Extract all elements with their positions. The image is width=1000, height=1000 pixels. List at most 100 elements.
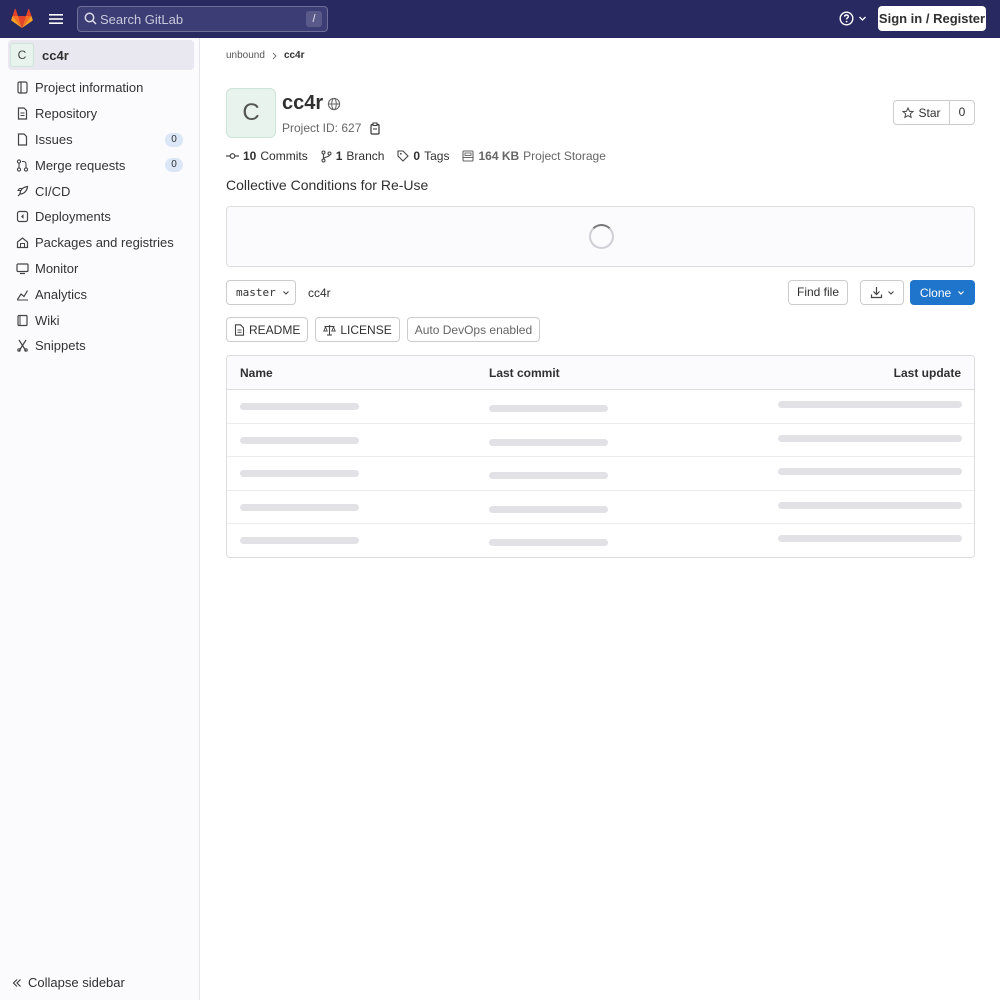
sidebar-item-label: Snippets bbox=[35, 338, 86, 354]
sidebar-item-packages-and-registries[interactable]: Packages and registries bbox=[0, 230, 200, 256]
gitlab-logo-icon[interactable] bbox=[11, 8, 33, 29]
breadcrumb: unbound cc4r bbox=[226, 50, 305, 61]
star-button[interactable]: Star bbox=[894, 101, 950, 124]
clone-label: Clone bbox=[919, 285, 952, 300]
breadcrumb-current-link[interactable]: cc4r bbox=[284, 50, 305, 61]
skeleton-bar bbox=[240, 470, 359, 478]
skeleton-bar bbox=[489, 505, 608, 513]
skeleton-bar bbox=[489, 405, 608, 412]
auto-devops-button[interactable]: Auto DevOps enabled bbox=[406, 317, 541, 342]
storage-icon bbox=[462, 150, 475, 162]
skeleton-bar bbox=[240, 403, 359, 410]
sidebar-item-label: Project information bbox=[35, 80, 144, 96]
file-table: Name Last commit Last update bbox=[226, 355, 975, 558]
star-label: Star bbox=[918, 105, 941, 120]
tag-icon bbox=[397, 150, 410, 162]
collapse-sidebar-button[interactable]: Collapse sidebar bbox=[12, 975, 125, 990]
snippet-icon bbox=[17, 340, 28, 353]
branch-stat[interactable]: 1 Branch bbox=[321, 149, 384, 163]
repo-shortcuts: README LICENSE Auto DevOps enabled bbox=[226, 317, 541, 342]
table-row-skeleton bbox=[227, 390, 974, 424]
sidebar-item-label: Deployments bbox=[35, 209, 111, 225]
doc-icon bbox=[234, 323, 245, 336]
chevron-double-left-icon bbox=[12, 978, 21, 987]
help-icon bbox=[839, 11, 854, 26]
issues-icon bbox=[17, 133, 28, 146]
copy-icon[interactable] bbox=[369, 122, 381, 135]
skeleton-bar bbox=[489, 438, 608, 446]
package-icon bbox=[16, 237, 29, 249]
top-bar: Search GitLab / Sign in / Register bbox=[0, 0, 1000, 38]
skeleton-bar bbox=[778, 401, 962, 408]
download-button[interactable] bbox=[860, 280, 904, 305]
skeleton-bar bbox=[489, 539, 608, 547]
sidebar-item-issues[interactable]: Issues 0 bbox=[0, 127, 200, 153]
project-avatar: C bbox=[10, 43, 34, 67]
sidebar-project-name: cc4r bbox=[42, 47, 69, 63]
tags-count: 0 bbox=[413, 149, 421, 163]
help-menu[interactable] bbox=[839, 11, 867, 26]
sidebar-item-repository[interactable]: Repository bbox=[0, 101, 200, 127]
commits-count: 10 bbox=[243, 149, 257, 163]
merge-requests-count-badge: 0 bbox=[165, 158, 183, 173]
sidebar-item-label: Analytics bbox=[35, 286, 88, 302]
license-label: LICENSE bbox=[340, 322, 392, 337]
sidebar-item-merge-requests[interactable]: Merge requests 0 bbox=[0, 152, 200, 178]
sign-in-button[interactable]: Sign in / Register bbox=[878, 6, 986, 31]
info-icon bbox=[17, 81, 28, 94]
skeleton-bar bbox=[489, 472, 608, 480]
search-input[interactable]: Search GitLab / bbox=[77, 6, 328, 32]
readme-button[interactable]: README bbox=[226, 317, 309, 342]
sidebar-item-wiki[interactable]: Wiki bbox=[0, 307, 200, 333]
sidebar-item-monitor[interactable]: Monitor bbox=[0, 256, 200, 282]
chevron-down-icon bbox=[282, 290, 289, 295]
hamburger-menu-icon[interactable] bbox=[48, 11, 64, 27]
globe-icon bbox=[328, 97, 341, 110]
storage-label: Project Storage bbox=[523, 149, 606, 163]
find-file-button[interactable]: Find file bbox=[788, 280, 848, 305]
branch-name: master bbox=[236, 286, 276, 299]
clone-button[interactable]: Clone bbox=[910, 280, 975, 305]
sidebar-item-analytics[interactable]: Analytics bbox=[0, 281, 200, 307]
skeleton-bar bbox=[240, 537, 359, 545]
star-count[interactable]: 0 bbox=[950, 101, 974, 124]
project-avatar-large: C bbox=[226, 88, 276, 138]
tags-stat[interactable]: 0 Tags bbox=[397, 149, 449, 163]
sidebar-item-ci-cd[interactable]: CI/CD bbox=[0, 178, 200, 204]
deployments-icon bbox=[16, 211, 29, 223]
star-button-group: Star 0 bbox=[893, 100, 975, 125]
project-stats: 10 Commits 1 Branch 0 Tags 164 KB Projec… bbox=[226, 149, 606, 163]
sidebar: C cc4r Project information Repository Is… bbox=[0, 38, 200, 1000]
sidebar-item-project-information[interactable]: Project information bbox=[0, 75, 200, 101]
commits-stat[interactable]: 10 Commits bbox=[226, 149, 308, 163]
branch-selector[interactable]: master bbox=[226, 280, 296, 305]
repo-path[interactable]: cc4r bbox=[308, 286, 331, 300]
storage-size: 164 KB bbox=[478, 149, 520, 163]
chart-icon bbox=[16, 289, 29, 301]
project-id-text: Project ID: 627 bbox=[282, 121, 362, 135]
branch-icon bbox=[321, 149, 332, 163]
col-header-name: Name bbox=[240, 366, 273, 380]
search-placeholder: Search GitLab bbox=[100, 12, 184, 27]
sidebar-item-deployments[interactable]: Deployments bbox=[0, 204, 200, 230]
skeleton-bar bbox=[778, 535, 962, 543]
sidebar-item-label: Merge requests bbox=[35, 157, 126, 173]
col-header-last-update: Last update bbox=[893, 366, 961, 380]
chevron-right-icon bbox=[272, 52, 277, 59]
collapse-sidebar-label: Collapse sidebar bbox=[28, 975, 125, 990]
merge-request-icon bbox=[16, 159, 29, 172]
scale-icon bbox=[323, 324, 337, 336]
search-icon bbox=[84, 12, 97, 25]
breadcrumb-parent-link[interactable]: unbound bbox=[226, 50, 265, 61]
sidebar-nav: Project information Repository Issues 0 … bbox=[0, 75, 200, 359]
sidebar-item-label: Issues bbox=[35, 131, 73, 147]
sidebar-item-label: Monitor bbox=[35, 260, 79, 276]
sidebar-item-label: Wiki bbox=[35, 312, 60, 328]
table-row-skeleton bbox=[227, 457, 974, 491]
sidebar-item-label: CI/CD bbox=[35, 183, 71, 199]
sidebar-item-snippets[interactable]: Snippets bbox=[0, 333, 200, 359]
skeleton-bar bbox=[778, 468, 962, 476]
sidebar-project-header[interactable]: C cc4r bbox=[8, 40, 194, 70]
sidebar-item-label: Packages and registries bbox=[35, 235, 174, 251]
license-button[interactable]: LICENSE bbox=[315, 317, 400, 342]
